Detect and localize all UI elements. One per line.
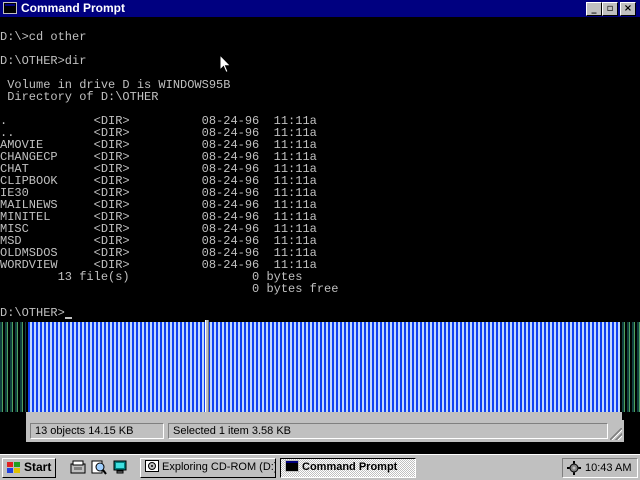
- status-objects: 13 objects 14.15 KB: [30, 423, 164, 439]
- window-title: Command Prompt: [21, 1, 126, 15]
- mouse-pointer-icon: [219, 54, 232, 74]
- command-prompt-task-icon: [285, 460, 299, 473]
- explorer-left-edge: [0, 322, 26, 412]
- explorer-pane-border: [26, 412, 622, 420]
- explorer-right-edge: [622, 322, 640, 412]
- start-label: Start: [24, 460, 52, 474]
- window-titlebar[interactable]: Command Prompt _ ▫ ×: [0, 0, 640, 17]
- console-line: D:\>cd other: [0, 30, 87, 44]
- network-quicklaunch-icon[interactable]: [112, 459, 128, 475]
- console-area[interactable]: D:\>cd other D:\OTHER>dir Volume in drive…: [0, 17, 640, 320]
- system-tray: 10:43 AM: [562, 458, 638, 478]
- clock[interactable]: 10:43 AM: [585, 459, 631, 477]
- explorer-pane-splitter[interactable]: [205, 320, 209, 420]
- taskbar: Start Exploring CD-ROM (D:) Command Prom…: [0, 454, 640, 480]
- start-button[interactable]: Start: [2, 458, 56, 478]
- task-command-prompt-label: Command Prompt: [302, 461, 398, 473]
- resize-grip-icon[interactable]: [610, 428, 622, 440]
- console-line: Directory of D:\OTHER: [0, 90, 159, 104]
- console-line: 0 bytes free: [0, 282, 339, 296]
- status-selected: Selected 1 item 3.58 KB: [168, 423, 608, 439]
- explorer-quicklaunch-icon[interactable]: [70, 459, 86, 475]
- explorer-window-icon: [145, 460, 159, 473]
- command-prompt-icon[interactable]: [3, 2, 17, 14]
- task-exploring-cdrom[interactable]: Exploring CD-ROM (D:): [140, 458, 276, 478]
- console-line: D:\OTHER>: [0, 306, 65, 320]
- find-quicklaunch-icon[interactable]: [91, 459, 107, 475]
- explorer-status-bar: 13 objects 14.15 KB Selected 1 item 3.58…: [26, 420, 624, 442]
- settings-tray-icon[interactable]: [567, 461, 581, 475]
- close-button[interactable]: ×: [620, 2, 636, 16]
- task-command-prompt[interactable]: Command Prompt: [280, 458, 416, 478]
- maximize-button[interactable]: ▫: [602, 2, 618, 16]
- console-line: D:\OTHER>dir: [0, 54, 87, 68]
- explorer-window-background[interactable]: 13 objects 14.15 KB Selected 1 item 3.58…: [0, 320, 640, 446]
- text-cursor: [64, 317, 72, 319]
- task-exploring-label: Exploring CD-ROM (D:): [162, 461, 276, 473]
- windows-logo-icon: [7, 462, 21, 474]
- minimize-button[interactable]: _: [586, 2, 602, 16]
- explorer-file-pane[interactable]: [28, 322, 620, 412]
